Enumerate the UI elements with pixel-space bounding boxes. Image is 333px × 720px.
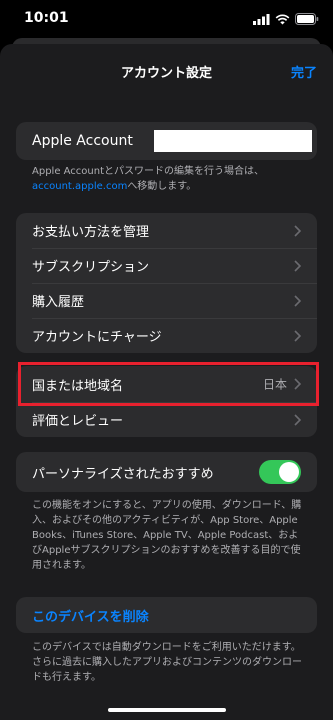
apple-account-footnote: Apple Accountとパスワードの編集を行う場合は、 account.ap… <box>32 164 304 194</box>
ratings-reviews-label: 評価とレビュー <box>32 414 124 429</box>
status-time: 10:01 <box>24 10 69 26</box>
purchase-history-row[interactable]: 購入履歴 <box>16 283 317 318</box>
ratings-reviews-row[interactable]: 評価とレビュー <box>16 402 317 437</box>
status-bar: 10:01 <box>0 0 333 38</box>
chevron-right-icon <box>291 259 303 273</box>
footnote-suffix: へ移動します。 <box>127 181 197 192</box>
chevron-right-icon <box>291 224 303 238</box>
done-button[interactable]: 完了 <box>291 62 317 81</box>
home-indicator <box>108 708 226 712</box>
highlight-box <box>18 362 319 406</box>
remove-device-row[interactable]: このデバイスを削除 <box>16 597 317 633</box>
status-icons <box>253 12 319 26</box>
manage-payment-row[interactable]: お支払い方法を管理 <box>16 213 317 248</box>
chevron-right-icon <box>291 413 303 427</box>
chevron-right-icon <box>291 329 303 343</box>
wifi-icon <box>275 13 290 24</box>
toggle-knob <box>279 462 299 482</box>
apple-account-row[interactable]: Apple Account <box>16 122 317 160</box>
chevron-right-icon <box>291 294 303 308</box>
apple-account-group: Apple Account <box>16 122 317 160</box>
payment-group: お支払い方法を管理 サブスクリプション 購入履歴 アカウントにチャージ <box>16 213 317 353</box>
personalized-footnote: この機能をオンにすると、アプリの使用、ダウンロード、購入、およびその他のアクティ… <box>32 500 302 571</box>
add-funds-row[interactable]: アカウントにチャージ <box>16 318 317 353</box>
purchase-history-label: 購入履歴 <box>32 295 85 310</box>
subscriptions-label: サブスクリプション <box>32 260 150 275</box>
account-link[interactable]: account.apple.com <box>32 181 127 192</box>
nav-bar: アカウント設定 完了 <box>0 44 333 96</box>
footnote-text: Apple Accountとパスワードの編集を行う場合は、 <box>32 166 265 177</box>
subscriptions-row[interactable]: サブスクリプション <box>16 248 317 283</box>
device-group: このデバイスを削除 <box>16 597 317 633</box>
personalized-row: パーソナライズされたおすすめ <box>16 452 317 492</box>
personalized-label: パーソナライズされたおすすめ <box>32 466 214 482</box>
add-funds-label: アカウントにチャージ <box>32 330 162 345</box>
personalized-group: パーソナライズされたおすすめ <box>16 452 317 492</box>
remove-device-label: このデバイスを削除 <box>32 609 149 625</box>
redacted-email <box>154 130 312 152</box>
manage-payment-label: お支払い方法を管理 <box>32 225 150 240</box>
signal-icon <box>253 13 270 25</box>
page-title: アカウント設定 <box>120 66 212 81</box>
device-footnote: このデバイスでは自動ダウンロードをご利用いただけます。さらに過去に購入したアプリ… <box>32 642 302 683</box>
apple-account-label: Apple Account <box>32 133 133 149</box>
battery-icon <box>295 13 319 25</box>
personalized-toggle[interactable] <box>259 460 301 484</box>
